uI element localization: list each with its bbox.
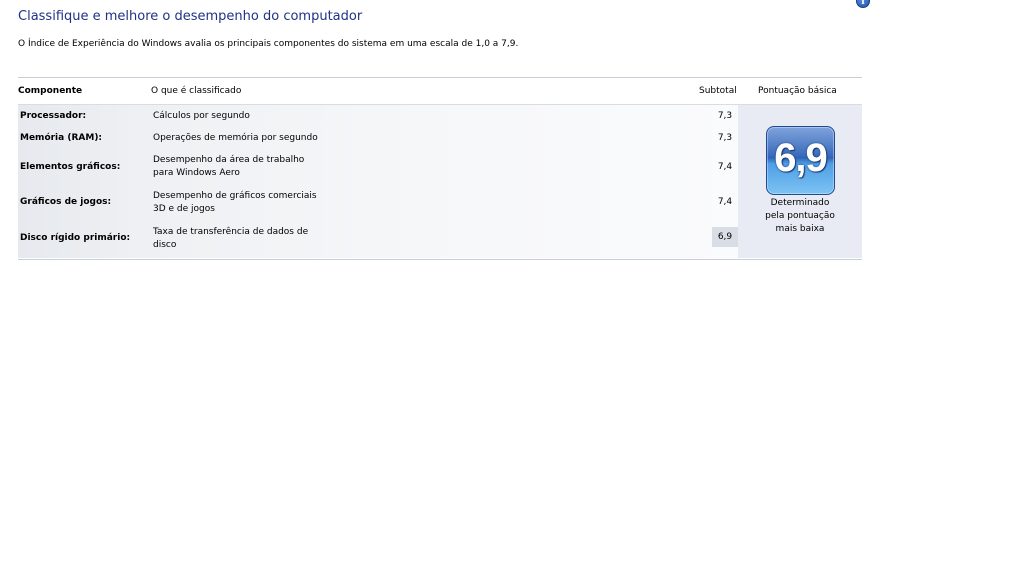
table-row: Disco rígido primário: Taxa de transferê… bbox=[18, 221, 738, 258]
performance-page: i Classifique e melhore o desempenho do … bbox=[0, 0, 1024, 576]
score-table: Componente O que é classificado Subtotal… bbox=[18, 77, 862, 260]
row-rated-line: 3D e de jogos bbox=[153, 204, 215, 214]
base-score-value: 6,9 bbox=[774, 136, 828, 180]
table-row: Memória (RAM): Operações de memória por … bbox=[18, 127, 738, 149]
row-rated: Cálculos por segundo bbox=[153, 110, 250, 123]
column-header-rated: O que é classificado bbox=[151, 86, 242, 96]
help-info-icon[interactable]: i bbox=[856, 0, 870, 8]
base-score-note-line: Determinado bbox=[770, 198, 830, 208]
row-rated-line: para Windows Aero bbox=[153, 168, 240, 178]
table-row: Processador: Cálculos por segundo 7,3 bbox=[18, 105, 738, 127]
row-subtotal: 7,4 bbox=[717, 197, 733, 207]
row-rated-line: disco bbox=[153, 240, 177, 250]
row-component: Gráficos de jogos: bbox=[20, 197, 112, 207]
column-header-subtotal: Subtotal bbox=[699, 86, 737, 96]
row-rated: Desempenho da área de trabalho para Wind… bbox=[153, 154, 304, 180]
row-subtotal-lowest: 6,9 bbox=[712, 227, 738, 247]
row-subtotal: 7,3 bbox=[717, 111, 733, 121]
row-subtotal: 7,3 bbox=[717, 133, 733, 143]
row-rated: Taxa de transferência de dados de disco bbox=[153, 226, 308, 252]
base-score-note-line: mais baixa bbox=[775, 224, 825, 234]
row-component: Processador: bbox=[20, 111, 87, 121]
row-rated-line: Desempenho da área de trabalho bbox=[153, 155, 305, 165]
base-score-note: Determinado pela pontuação mais baixa bbox=[755, 197, 845, 236]
row-component: Disco rígido primário: bbox=[20, 233, 131, 243]
row-subtotal: 7,4 bbox=[717, 162, 733, 172]
base-score-note-line: pela pontuação bbox=[765, 211, 835, 221]
table-header: Componente O que é classificado Subtotal… bbox=[18, 78, 862, 105]
row-rated: Desempenho de gráficos comerciais 3D e d… bbox=[153, 190, 317, 216]
table-row: Elementos gráficos: Desempenho da área d… bbox=[18, 149, 738, 185]
row-rated: Operações de memória por segundo bbox=[153, 132, 318, 145]
row-component: Elementos gráficos: bbox=[20, 162, 121, 172]
page-title: Classifique e melhore o desempenho do co… bbox=[18, 9, 363, 24]
row-rated-line: Operações de memória por segundo bbox=[153, 133, 318, 143]
base-score-badge: 6,9 bbox=[766, 126, 835, 195]
row-component: Memória (RAM): bbox=[20, 133, 103, 143]
page-description: O Índice de Experiência do Windows avali… bbox=[18, 39, 519, 49]
column-header-base-score: Pontuação básica bbox=[758, 86, 837, 96]
row-rated-line: Cálculos por segundo bbox=[153, 111, 250, 121]
row-rated-line: Taxa de transferência de dados de bbox=[153, 227, 309, 237]
row-rated-line: Desempenho de gráficos comerciais bbox=[153, 191, 317, 201]
column-header-component: Componente bbox=[18, 86, 83, 96]
table-row: Gráficos de jogos: Desempenho de gráfico… bbox=[18, 185, 738, 221]
